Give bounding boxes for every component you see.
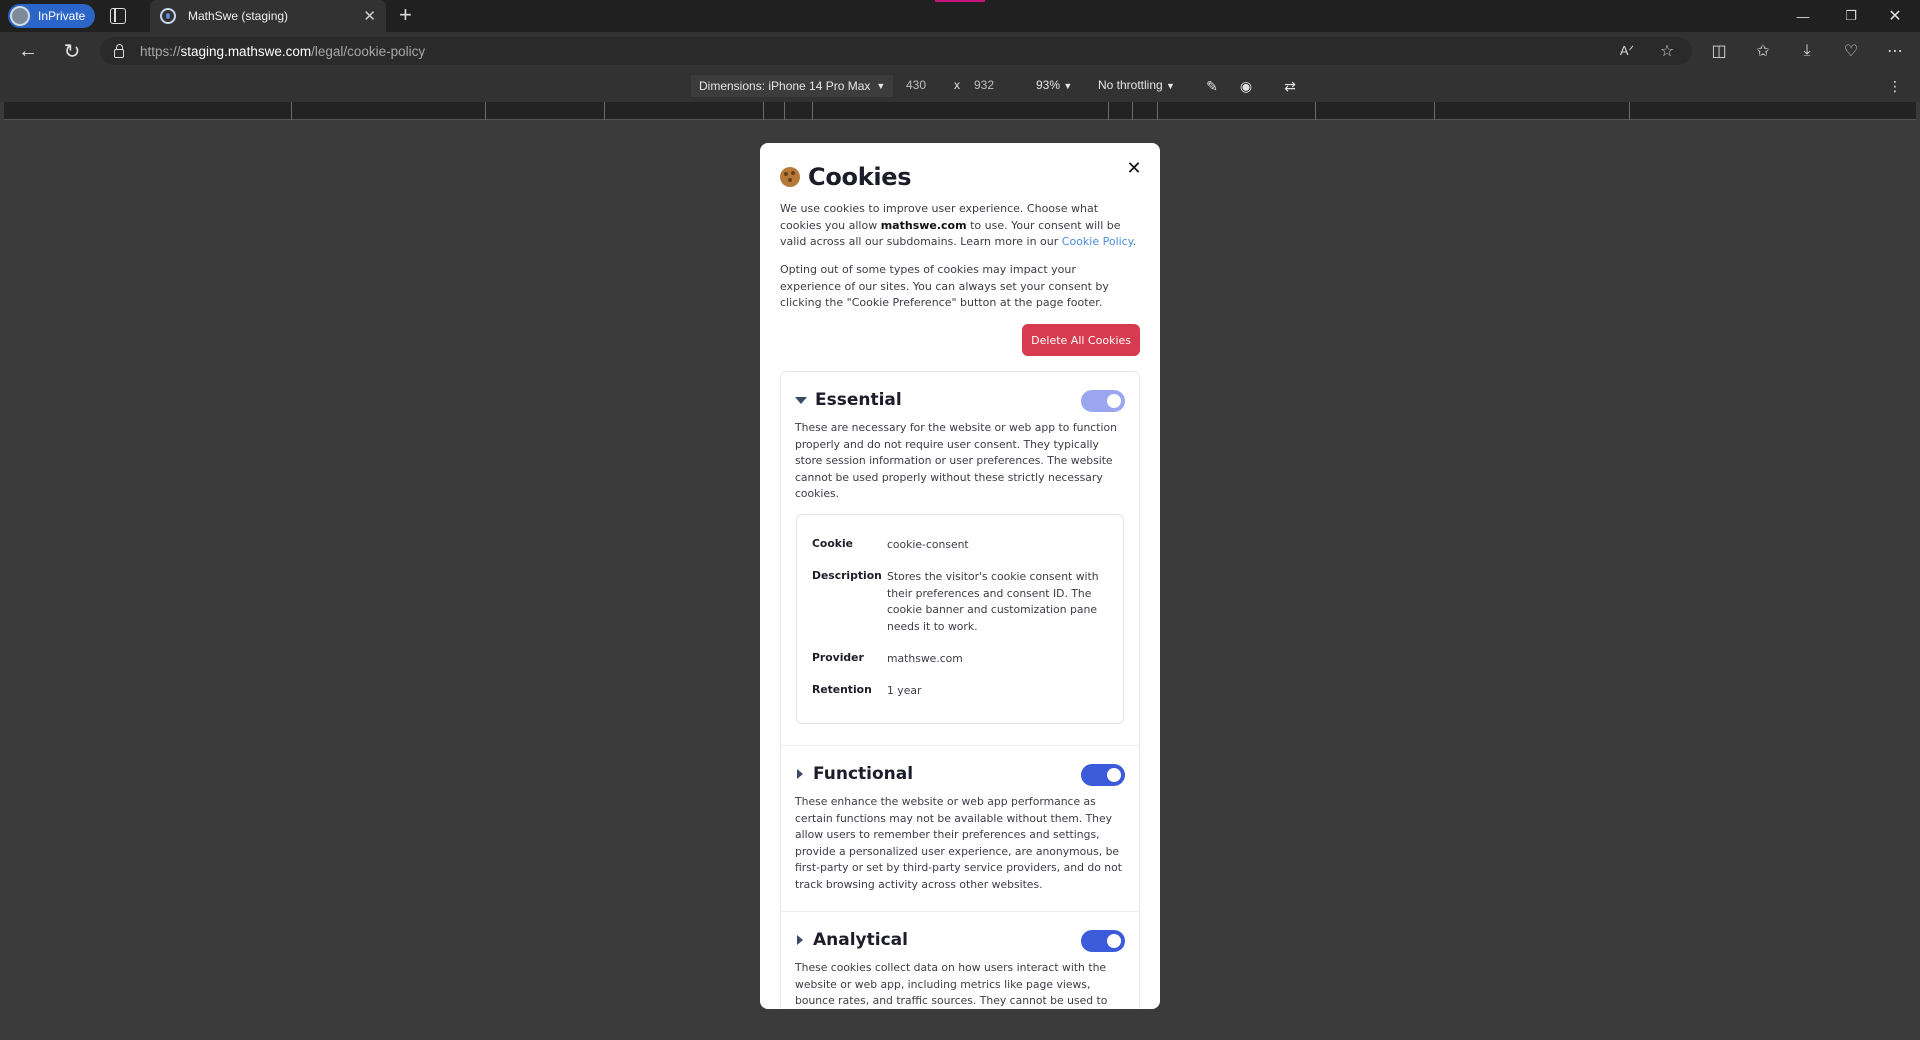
brand-name: mathswe.com	[880, 218, 967, 232]
zoom-select[interactable]: 93% ▼	[1036, 78, 1072, 92]
sensors-pen-icon[interactable]: ✎	[1202, 76, 1222, 96]
device-dimensions-select[interactable]: Dimensions: iPhone 14 Pro Max ▼	[691, 75, 894, 97]
tab-actions-icon[interactable]	[110, 8, 126, 24]
cookie-consent-dialog: Cookies ✕ We use cookies to improve user…	[760, 143, 1160, 1009]
dimensions-label: Dimensions: iPhone 14 Pro Max	[699, 79, 871, 93]
opt-out-text: Opting out of some types of cookies may …	[780, 263, 1109, 309]
dialog-header: Cookies	[780, 163, 912, 191]
cookie-icon	[780, 167, 800, 187]
category-functional: Functional These enhance the website or …	[781, 746, 1139, 912]
width-input[interactable]: 430	[906, 78, 926, 92]
detail-row-retention: Retention 1 year	[812, 683, 922, 697]
lock-icon[interactable]	[114, 43, 124, 58]
cookie-categories: Essential These are necessary for the we…	[780, 371, 1140, 1009]
split-screen-icon[interactable]: ◫	[1708, 40, 1730, 62]
dimension-separator: x	[954, 78, 960, 92]
tab-mathswe[interactable]: MathSwe (staging) ✕	[150, 0, 386, 32]
height-input[interactable]: 932	[974, 78, 994, 92]
favorites-icon[interactable]: ✩	[1752, 40, 1774, 62]
chevron-down-icon: ▼	[1166, 81, 1175, 91]
analytical-toggle[interactable]	[1081, 930, 1125, 952]
category-title: Essential	[815, 390, 902, 410]
refresh-icon[interactable]: ↻	[58, 38, 86, 64]
back-icon[interactable]: ←	[14, 38, 42, 64]
functional-toggle[interactable]	[1081, 764, 1125, 786]
read-aloud-icon[interactable]: Aᐟ	[1616, 40, 1638, 62]
dialog-title: Cookies	[808, 163, 912, 191]
detail-row-description: Description Stores the visitor's cookie …	[812, 569, 1099, 633]
category-title: Analytical	[813, 930, 908, 950]
settings-more-icon[interactable]: ⋯	[1884, 40, 1906, 62]
essential-toggle	[1081, 390, 1125, 412]
cookie-policy-link[interactable]: Cookie Policy	[1062, 235, 1133, 248]
category-essential: Essential These are necessary for the we…	[781, 372, 1139, 746]
tab-title: MathSwe (staging)	[188, 9, 289, 23]
title-bar: InPrivate MathSwe (staging) ✕ + — ❐ ✕	[0, 0, 1920, 32]
minimize-icon[interactable]: —	[1780, 0, 1826, 32]
device-more-icon[interactable]: ⋮	[1885, 76, 1905, 96]
delete-all-cookies-button[interactable]: Delete All Cookies	[1022, 324, 1140, 356]
category-description: These enhance the website or web app per…	[795, 795, 1122, 891]
browser-essentials-icon[interactable]: ♡	[1840, 40, 1862, 62]
cookie-details-table: Cookie cookie-consent Description Stores…	[796, 514, 1124, 724]
close-dialog-icon[interactable]: ✕	[1122, 157, 1146, 181]
category-header-functional[interactable]: Functional	[795, 764, 913, 784]
caret-right-icon	[797, 769, 803, 779]
detail-row-provider: Provider mathswe.com	[812, 651, 1112, 668]
chevron-down-icon: ▼	[1063, 81, 1073, 91]
close-window-icon[interactable]: ✕	[1872, 0, 1918, 32]
category-analytical: Analytical These cookies collect data on…	[781, 912, 1139, 1009]
category-title: Functional	[813, 764, 914, 784]
downloads-icon[interactable]: ⤓	[1796, 40, 1818, 62]
category-header-analytical[interactable]: Analytical	[795, 930, 908, 950]
inprivate-label: InPrivate	[38, 9, 86, 23]
rotate-icon[interactable]: ⇄	[1280, 76, 1300, 96]
address-bar[interactable]: https://staging.mathswe.com/legal/cookie…	[100, 37, 1692, 65]
favorite-star-icon[interactable]: ☆	[1656, 40, 1678, 62]
avatar-icon	[10, 6, 30, 26]
category-description: These are necessary for the website or w…	[795, 421, 1117, 500]
provider-link[interactable]: mathswe.com	[887, 651, 1112, 668]
new-tab-icon[interactable]: +	[399, 2, 412, 28]
intro-text: We use cookies to improve user experienc…	[780, 202, 1137, 248]
media-query-ruler[interactable]	[4, 102, 1916, 120]
category-description: These cookies collect data on how users …	[795, 961, 1108, 1007]
url-text: https://staging.mathswe.com/legal/cookie…	[140, 43, 426, 59]
detail-row-cookie: Cookie cookie-consent	[812, 537, 969, 551]
vision-deficiency-icon[interactable]: ◉	[1236, 76, 1256, 96]
inprivate-profile-button[interactable]: InPrivate	[8, 4, 96, 28]
window-accent	[935, 0, 985, 2]
device-toolbar: Dimensions: iPhone 14 Pro Max ▼ 430 x 93…	[0, 70, 1920, 102]
throttling-select[interactable]: No throttling ▼	[1098, 78, 1175, 92]
category-header-essential[interactable]: Essential	[795, 390, 902, 410]
site-favicon-icon	[160, 8, 176, 24]
restore-icon[interactable]: ❐	[1828, 0, 1874, 32]
caret-right-icon	[797, 935, 803, 945]
chevron-down-icon: ▼	[876, 81, 886, 91]
caret-down-icon	[795, 396, 807, 404]
close-tab-icon[interactable]: ✕	[363, 7, 376, 25]
